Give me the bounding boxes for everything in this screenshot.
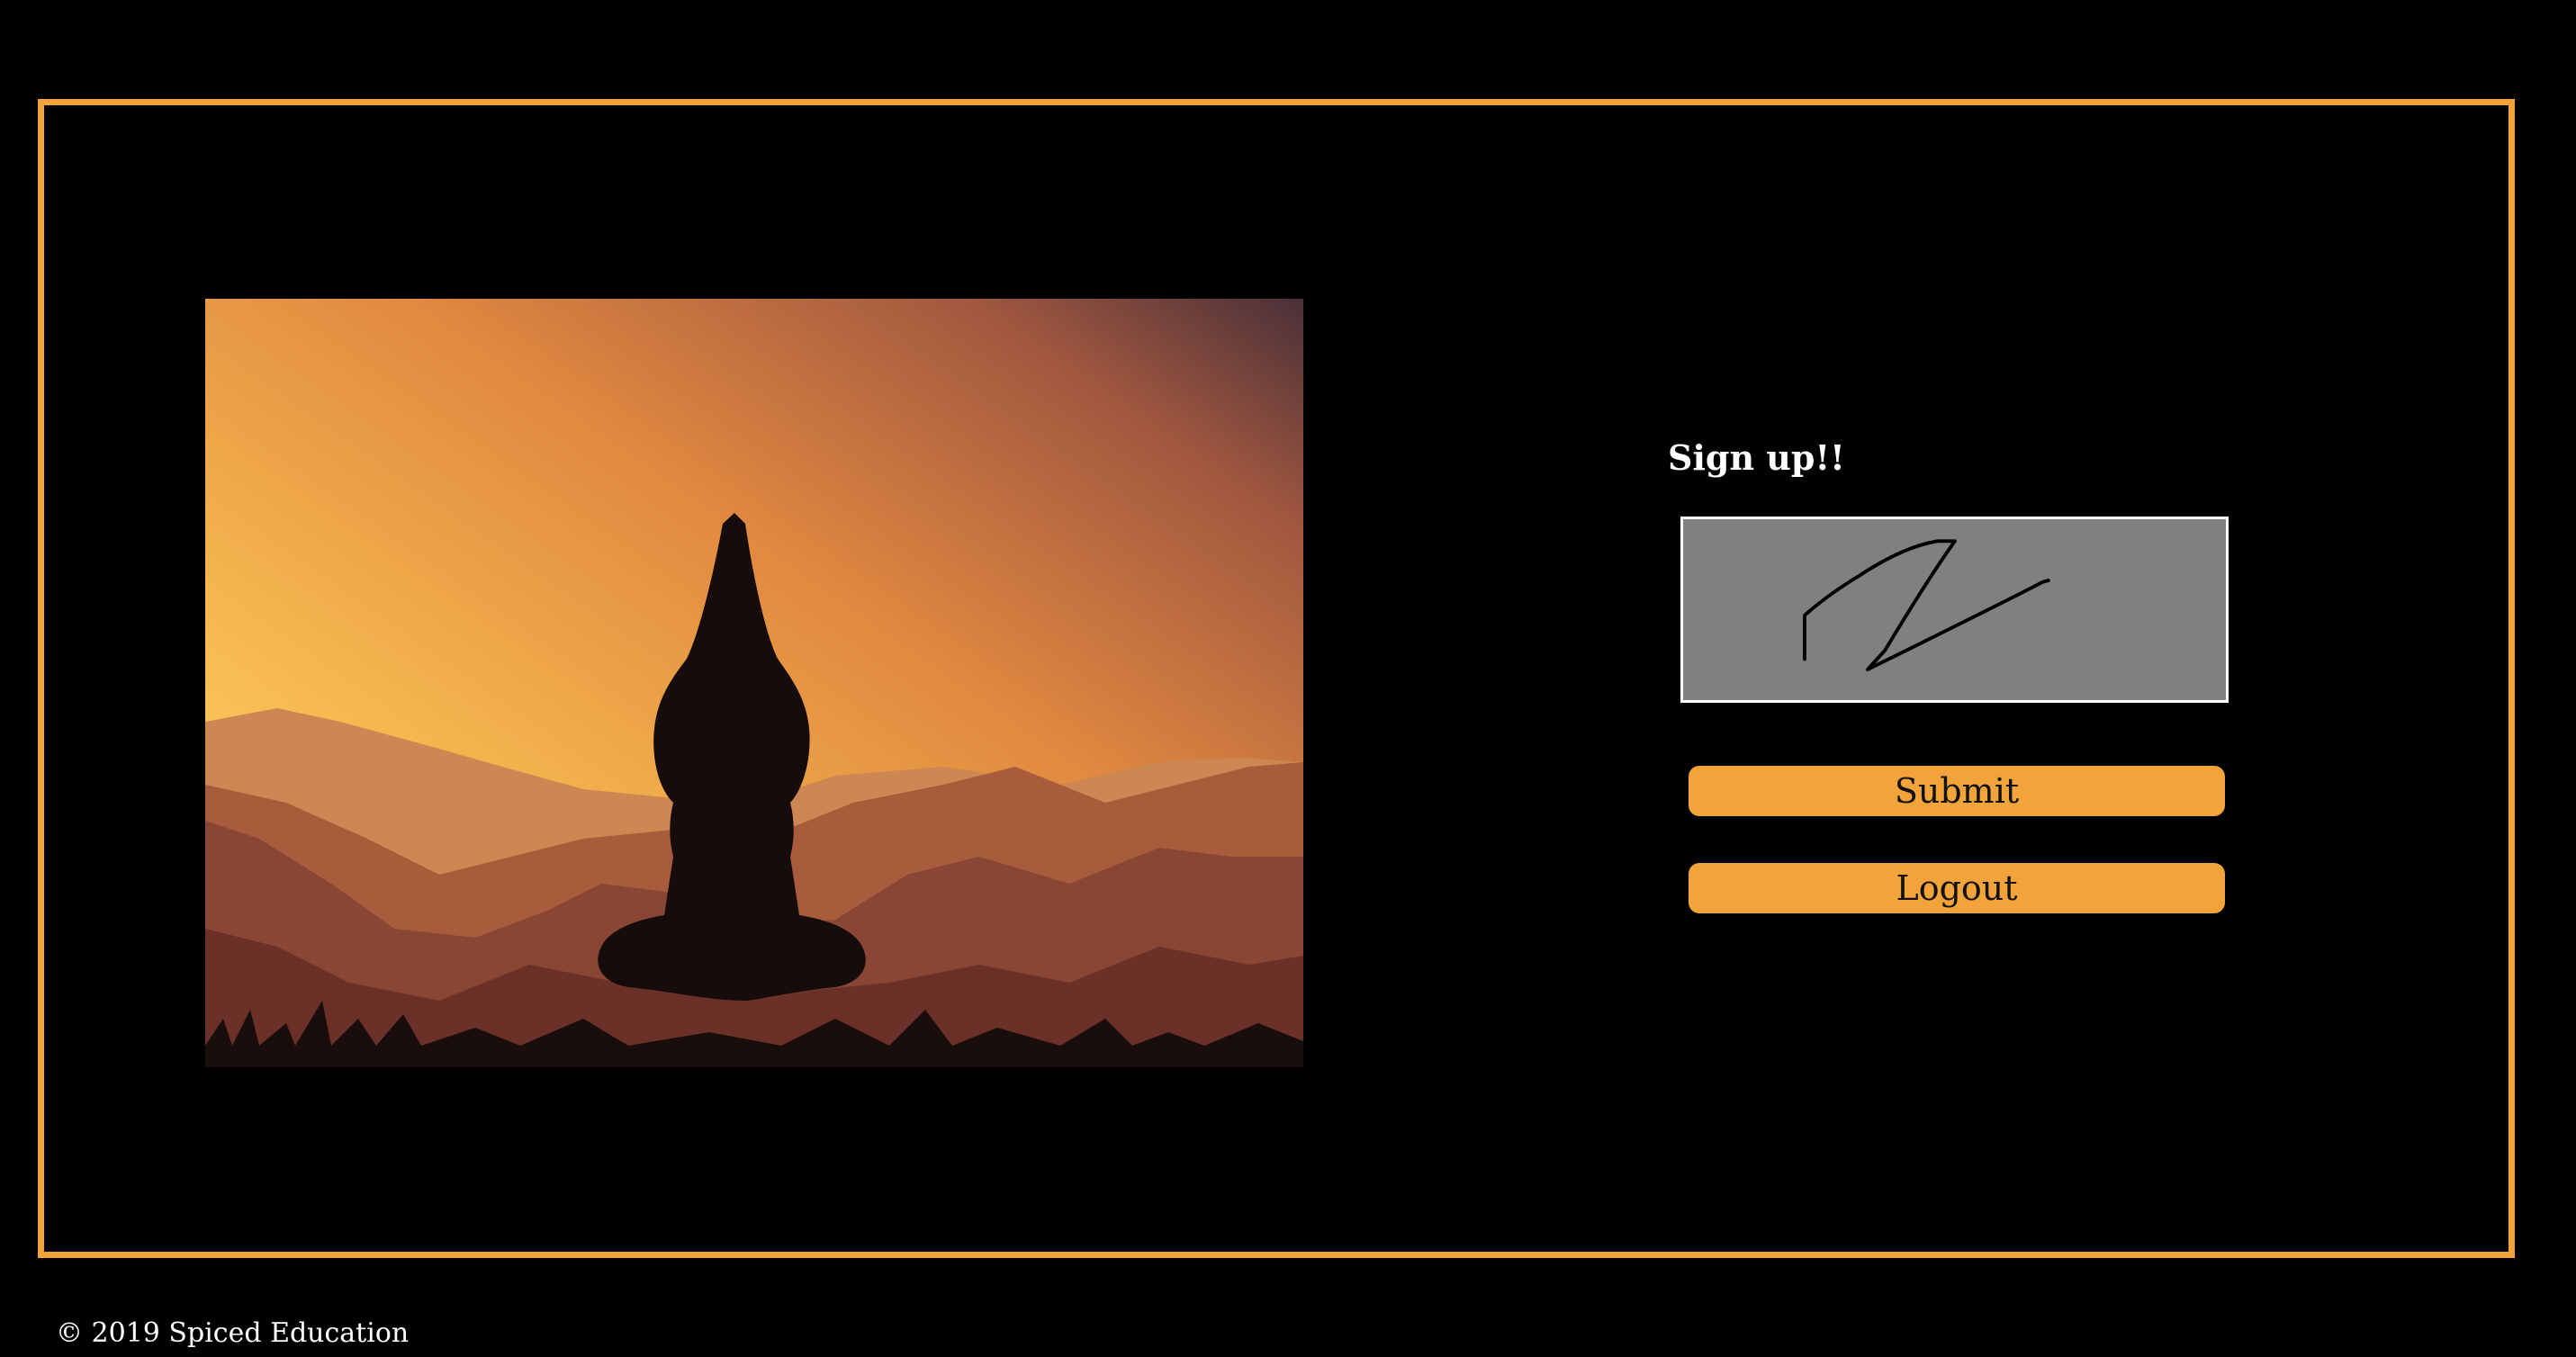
logout-button[interactable]: Logout [1689,863,2225,913]
signup-heading: Sign up!! [1668,437,1845,478]
yoga-sunset-illustration [205,299,1303,1067]
submit-button[interactable]: Submit [1689,766,2225,816]
footer-copyright: © 2019 Spiced Education [56,1317,410,1349]
signature-canvas[interactable] [1680,517,2229,703]
yoga-sunset-image [205,299,1303,1067]
signature-stroke [1803,539,2050,671]
